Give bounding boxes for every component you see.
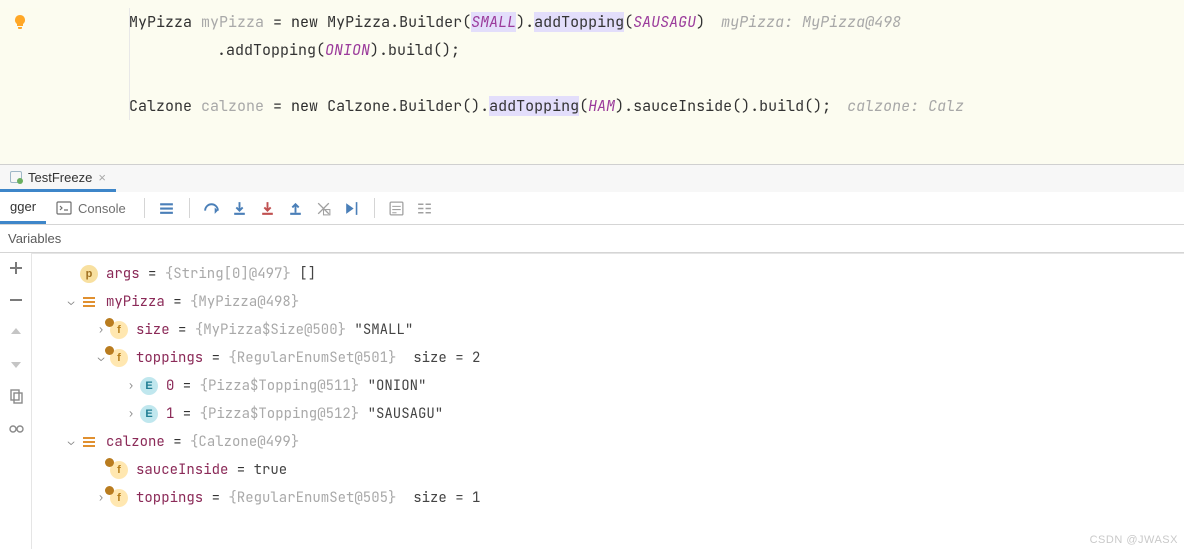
element-badge-icon: E <box>140 405 158 423</box>
side-toolbar <box>0 253 32 549</box>
var-row[interactable]: › f toppings = {RegularEnumSet@505} size… <box>32 484 1184 512</box>
var-row[interactable]: ⌄ f toppings = {RegularEnumSet@501} size… <box>32 344 1184 372</box>
tab-debugger[interactable]: gger <box>0 192 46 224</box>
threads-icon[interactable] <box>153 194 181 222</box>
param-badge-icon: p <box>80 265 98 283</box>
force-step-into-icon[interactable] <box>254 194 282 222</box>
evaluate-icon[interactable] <box>383 194 411 222</box>
remove-watch-icon[interactable] <box>7 291 25 309</box>
trace-icon[interactable] <box>411 194 439 222</box>
field-badge-icon: f <box>110 461 128 479</box>
field-badge-icon: f <box>110 321 128 339</box>
copy-icon[interactable] <box>7 387 25 405</box>
run-to-cursor-icon[interactable] <box>338 194 366 222</box>
debug-toolbar: gger Console <box>0 192 1184 225</box>
expand-icon[interactable]: › <box>122 407 140 421</box>
drop-frame-icon[interactable] <box>310 194 338 222</box>
expand-icon[interactable]: › <box>122 379 140 393</box>
debug-panel: p args = {String[0]@497} [] ⌄ myPizza = … <box>0 253 1184 549</box>
gutter <box>0 8 40 36</box>
run-tab-testfreeze[interactable]: TestFreeze × <box>0 165 116 192</box>
run-config-icon <box>10 171 22 183</box>
expand-icon[interactable]: ⌄ <box>62 435 80 449</box>
run-tab-label: TestFreeze <box>28 170 92 185</box>
step-over-icon[interactable] <box>198 194 226 222</box>
code-text: Calzone calzone = new Calzone.Builder().… <box>129 96 831 116</box>
variables-tree[interactable]: p args = {String[0]@497} [] ⌄ myPizza = … <box>32 253 1184 549</box>
var-row[interactable]: ⌄ myPizza = {MyPizza@498} <box>32 288 1184 316</box>
code-line[interactable]: .addTopping(ONION).build(); <box>0 36 1184 64</box>
var-row[interactable]: › E 0 = {Pizza$Topping@511} "ONION" <box>32 372 1184 400</box>
close-icon[interactable]: × <box>98 170 106 185</box>
element-badge-icon: E <box>140 377 158 395</box>
var-row[interactable]: › E 1 = {Pizza$Topping@512} "SAUSAGU" <box>32 400 1184 428</box>
move-down-icon[interactable] <box>7 355 25 373</box>
tab-console[interactable]: Console <box>46 192 136 224</box>
add-watch-icon[interactable] <box>7 259 25 277</box>
field-badge-icon: f <box>110 349 128 367</box>
move-up-icon[interactable] <box>7 323 25 341</box>
code-line[interactable]: Calzone calzone = new Calzone.Builder().… <box>0 92 1184 120</box>
variables-header: Variables <box>0 225 1184 253</box>
object-badge-icon <box>80 293 98 311</box>
code-line[interactable]: MyPizza myPizza = new MyPizza.Builder(SM… <box>0 0 1184 36</box>
console-icon <box>56 200 72 216</box>
object-badge-icon <box>80 433 98 451</box>
field-badge-icon: f <box>110 489 128 507</box>
intention-bulb-icon[interactable] <box>12 14 28 30</box>
var-row[interactable]: ⌄ calzone = {Calzone@499} <box>32 428 1184 456</box>
code-editor[interactable]: MyPizza myPizza = new MyPizza.Builder(SM… <box>0 0 1184 165</box>
watermark: CSDN @JWASX <box>1090 534 1178 546</box>
code-text: .addTopping(ONION).build(); <box>129 40 460 60</box>
var-row[interactable]: › f size = {MyPizza$Size@500} "SMALL" <box>32 316 1184 344</box>
inline-hint: myPizza: MyPizza@498 <box>721 12 901 32</box>
var-row[interactable]: p args = {String[0]@497} [] <box>32 260 1184 288</box>
expand-icon[interactable]: ⌄ <box>62 295 80 309</box>
glasses-icon[interactable] <box>7 419 25 437</box>
run-tab-bar: TestFreeze × <box>0 165 1184 192</box>
var-row[interactable]: f sauceInside = true <box>32 456 1184 484</box>
code-line[interactable] <box>0 64 1184 92</box>
inline-hint: calzone: Calz <box>847 96 964 116</box>
step-out-icon[interactable] <box>282 194 310 222</box>
code-text: MyPizza myPizza = new MyPizza.Builder(SM… <box>129 12 705 32</box>
step-into-icon[interactable] <box>226 194 254 222</box>
